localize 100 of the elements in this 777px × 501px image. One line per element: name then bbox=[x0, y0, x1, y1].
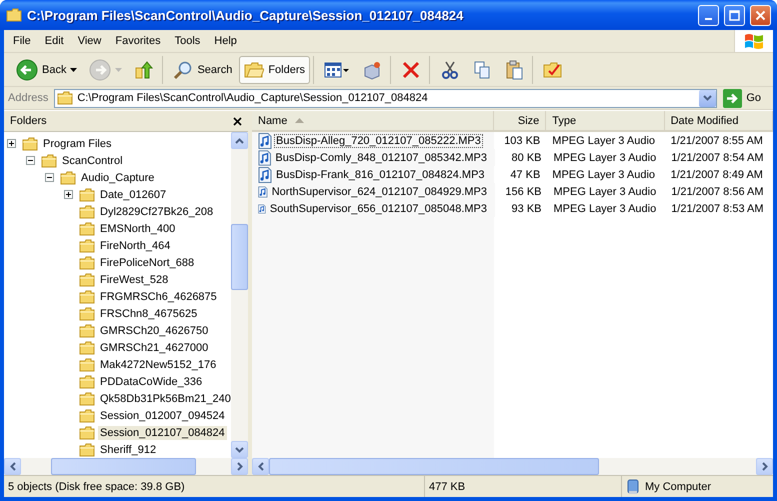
folder-check-icon bbox=[543, 60, 564, 80]
minimize-icon bbox=[705, 18, 712, 20]
folder-tree-item[interactable]: ScanControl bbox=[60, 154, 125, 168]
folder-icon bbox=[79, 238, 95, 252]
folder-icon bbox=[79, 374, 95, 388]
close-button[interactable] bbox=[750, 4, 771, 26]
folder-tree-item[interactable]: GMRSCh20_4626750 bbox=[98, 324, 210, 338]
folder-icon bbox=[79, 324, 95, 338]
collapse-icon[interactable] bbox=[44, 173, 54, 182]
status-text: My Computer bbox=[645, 480, 712, 492]
folder-tree-item[interactable]: Qk58Db31Pk56Bm21_240 bbox=[98, 392, 231, 406]
menu-item[interactable]: File bbox=[6, 33, 38, 49]
address-label: Address bbox=[8, 92, 50, 104]
table-cell-text: MPEG Layer 3 Audio bbox=[552, 184, 658, 200]
table-cell-text: 47 KB bbox=[509, 168, 542, 182]
folder-icon bbox=[79, 204, 95, 218]
scroll-down-icon bbox=[703, 95, 712, 101]
go-button[interactable]: Go bbox=[721, 88, 769, 108]
folder-tree-item[interactable]: GMRSCh21_4627000 bbox=[98, 340, 210, 354]
folder-tree-item[interactable]: FirePoliceNort_688 bbox=[98, 256, 196, 270]
folder-tree-item[interactable]: Mak4272New5152_176 bbox=[98, 358, 218, 372]
folder-tree-item[interactable]: Audio_Capture bbox=[79, 170, 156, 184]
table-cell-text: 93 KB bbox=[510, 202, 542, 216]
minimize-button[interactable] bbox=[698, 4, 719, 26]
expand-icon[interactable] bbox=[6, 139, 16, 148]
scrollbar[interactable] bbox=[231, 132, 248, 458]
collapse-icon[interactable] bbox=[26, 156, 34, 165]
scrollbar[interactable] bbox=[4, 458, 248, 475]
folder-icon bbox=[79, 358, 95, 372]
folder-icon bbox=[79, 442, 95, 456]
column-header[interactable]: Name bbox=[252, 111, 494, 130]
pane-title: Folders bbox=[10, 115, 47, 127]
paste-icon bbox=[504, 60, 524, 80]
table-cell-text: 156 KB bbox=[504, 184, 542, 200]
status-text: 477 KB bbox=[425, 476, 622, 497]
table-cell-text: MPEG Layer 3 Audio bbox=[551, 168, 656, 182]
table-cell-text: 103 KB bbox=[503, 134, 542, 148]
folder-icon bbox=[22, 136, 38, 150]
table-cell-text: 80 KB bbox=[510, 150, 542, 166]
folder-tree-item[interactable]: FRGMRSCh6_4626875 bbox=[98, 290, 219, 304]
scroll-thumb[interactable] bbox=[269, 458, 599, 475]
back-button[interactable]: Back bbox=[11, 56, 82, 84]
maximize-icon bbox=[729, 10, 740, 20]
search-button[interactable]: Search bbox=[168, 56, 238, 84]
table-cell-text: 1/21/2007 8:56 AM bbox=[670, 184, 765, 200]
close-icon[interactable] bbox=[233, 116, 242, 126]
folder-tree-item[interactable]: Date_012607 bbox=[98, 188, 168, 202]
folder-tree-item[interactable]: EMSNorth_400 bbox=[98, 222, 178, 236]
folder-tree-item[interactable]: FireWest_528 bbox=[98, 272, 170, 286]
expand-icon[interactable] bbox=[64, 190, 72, 199]
scroll-left-icon bbox=[258, 462, 264, 471]
folder-icon bbox=[57, 91, 74, 105]
folder-tree-item[interactable]: Sheriff_912 bbox=[98, 442, 158, 456]
copy-icon bbox=[472, 60, 492, 80]
folder-icon bbox=[79, 256, 95, 270]
column-header[interactable]: Size bbox=[494, 111, 546, 130]
folder-tree-item[interactable]: Program Files bbox=[41, 136, 114, 150]
scroll-thumb[interactable] bbox=[51, 458, 196, 475]
caret-icon bbox=[70, 68, 78, 72]
folder-icon bbox=[79, 408, 95, 422]
scroll-left-icon bbox=[10, 462, 16, 471]
folder-icon bbox=[244, 62, 264, 78]
cut-icon bbox=[440, 60, 460, 80]
table-cell-text: 1/21/2007 8:49 AM bbox=[670, 168, 764, 182]
views-grid-icon bbox=[324, 60, 350, 78]
folder-tree-item[interactable]: Session_012107_084824 bbox=[98, 426, 227, 440]
folder-icon bbox=[41, 154, 57, 168]
menu-item[interactable]: View bbox=[70, 33, 108, 49]
windows-flag-icon bbox=[743, 32, 765, 50]
folder-tree-item[interactable]: PDDataCoWide_336 bbox=[98, 374, 204, 388]
column-header[interactable]: Date Modified bbox=[664, 111, 773, 130]
folder-icon bbox=[79, 306, 95, 320]
maximize-button[interactable] bbox=[724, 4, 745, 26]
folder-tree-item[interactable]: FireNorth_464 bbox=[98, 238, 172, 252]
folders-button[interactable]: Folders bbox=[239, 56, 310, 84]
scroll-thumb[interactable] bbox=[231, 224, 248, 290]
table-cell-text: MPEG Layer 3 Audio bbox=[551, 134, 656, 148]
folder-icon bbox=[79, 340, 95, 354]
address-field[interactable]: C:\Program Files\ScanControl\Audio_Capture\Session_012107_084824 bbox=[54, 88, 718, 108]
box-icon bbox=[362, 60, 382, 80]
menu-item[interactable]: Edit bbox=[38, 33, 71, 49]
window-title: C:\Program Files\ScanControl\Audio_Capture\Session_012107_084824 bbox=[27, 8, 464, 22]
folder-icon bbox=[79, 272, 95, 286]
menu-item[interactable]: Help bbox=[207, 33, 244, 49]
file-name[interactable]: BusDisp-Alleg_720_012107_085222.MP3 bbox=[274, 134, 483, 148]
delete-icon bbox=[401, 60, 422, 80]
menu-item[interactable]: Tools bbox=[168, 33, 208, 49]
close-icon bbox=[755, 10, 766, 20]
folder-tree-item[interactable]: Session_012007_094524 bbox=[98, 408, 227, 422]
menu-item[interactable]: Favorites bbox=[108, 33, 168, 49]
scroll-right-icon bbox=[236, 462, 242, 471]
folder-tree-item[interactable]: FRSChn8_4675625 bbox=[98, 306, 200, 320]
folder-tree-item[interactable]: Dyl2829Cf27Bk26_208 bbox=[98, 204, 216, 218]
scrollbar[interactable] bbox=[252, 458, 773, 475]
column-header[interactable]: Type bbox=[546, 111, 665, 130]
dropdown-button[interactable] bbox=[699, 90, 716, 106]
folder-icon bbox=[60, 170, 76, 184]
scroll-right-icon bbox=[762, 462, 768, 471]
caret-icon bbox=[115, 68, 122, 72]
folder-icon bbox=[79, 426, 95, 440]
